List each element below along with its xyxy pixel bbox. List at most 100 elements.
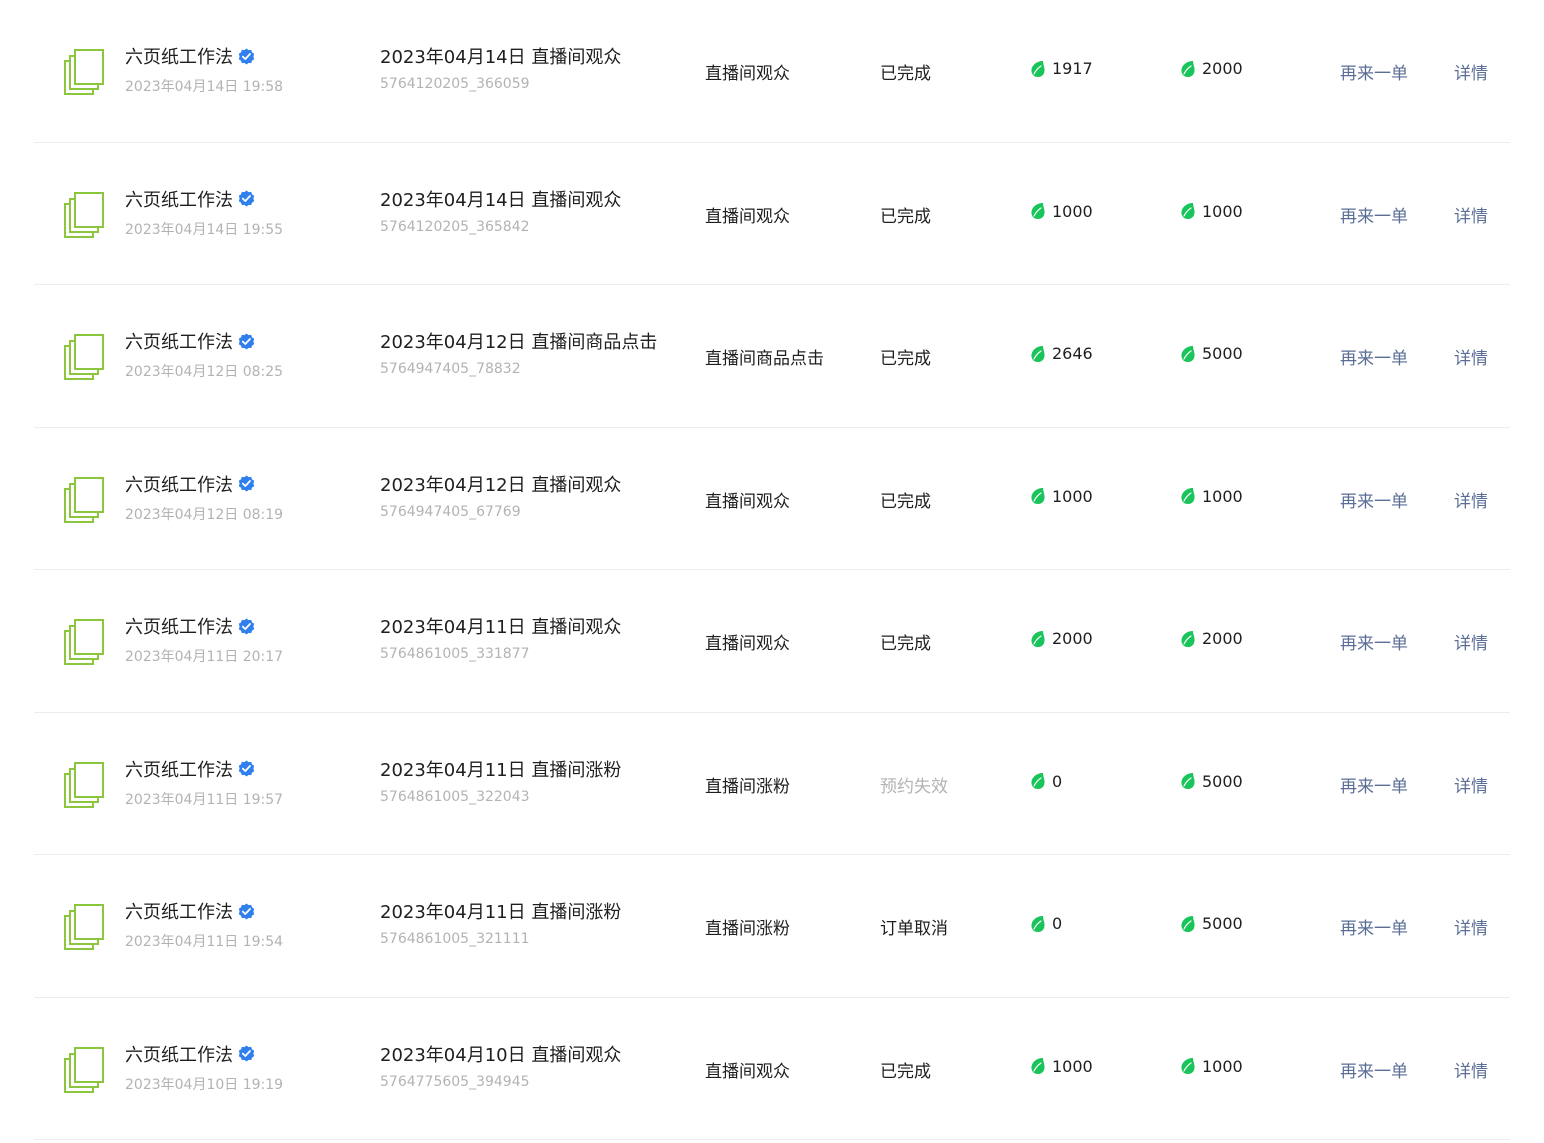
verified-badge-icon xyxy=(238,48,255,65)
account-name-wrap: 六页纸工作法 xyxy=(125,613,255,639)
order-status: 已完成 xyxy=(880,64,931,84)
total-quantity: 1000 xyxy=(1180,1057,1243,1076)
account-order-time: 2023年04月10日 19:19 xyxy=(125,1076,284,1093)
green-drop-icon xyxy=(1030,202,1046,220)
delivered-value: 2646 xyxy=(1052,344,1093,363)
verified-badge-icon xyxy=(238,333,255,350)
detail-link[interactable]: 详情 xyxy=(1454,1057,1488,1082)
stacked-pages-icon[interactable] xyxy=(64,618,106,666)
total-value: 5000 xyxy=(1202,344,1243,363)
order-status: 已完成 xyxy=(880,206,931,227)
stacked-pages-icon[interactable] xyxy=(64,191,106,239)
green-drop-icon xyxy=(1180,202,1196,220)
green-drop-icon xyxy=(1180,487,1196,505)
order-id: 5764120205_366059 xyxy=(380,76,530,92)
delivered-quantity: 2000 xyxy=(1030,629,1093,648)
order-title: 2023年04月14日 直播间观众 xyxy=(380,47,622,68)
stacked-pages-icon[interactable] xyxy=(64,761,106,809)
detail-link[interactable]: 详情 xyxy=(1454,202,1488,227)
account-name-wrap: 六页纸工作法 xyxy=(125,471,255,497)
order-id: 5764120205_365842 xyxy=(380,218,530,235)
reorder-link[interactable]: 再来一单 xyxy=(1340,202,1408,227)
stacked-pages-icon[interactable] xyxy=(64,333,106,381)
green-drop-icon xyxy=(1180,630,1196,648)
order-status: 已完成 xyxy=(880,634,931,654)
order-row: 六页纸工作法 2023年04月14日 19:58 2023年04月14日 直播间… xyxy=(34,0,1510,143)
green-drop-icon xyxy=(1180,345,1196,363)
account-order-time: 2023年04月14日 19:55 xyxy=(125,221,284,238)
delivered-quantity: 2646 xyxy=(1030,344,1093,363)
total-quantity: 2000 xyxy=(1180,629,1243,648)
green-drop-icon xyxy=(1030,345,1046,363)
service-type: 直播间商品点击 xyxy=(705,349,824,369)
total-value: 2000 xyxy=(1202,59,1243,78)
reorder-link[interactable]: 再来一单 xyxy=(1340,1057,1408,1082)
order-title: 2023年04月11日 直播间涨粉 xyxy=(380,902,622,923)
stacked-pages-icon[interactable] xyxy=(64,476,106,524)
order-id: 5764861005_322043 xyxy=(380,788,530,805)
order-row: 六页纸工作法 2023年04月10日 19:19 2023年04月10日 直播间… xyxy=(34,998,1510,1140)
order-title: 2023年04月12日 直播间观众 xyxy=(380,474,622,496)
account-name-wrap: 六页纸工作法 xyxy=(125,43,255,69)
delivered-value: 2000 xyxy=(1052,629,1093,648)
detail-link[interactable]: 详情 xyxy=(1454,487,1488,512)
service-type: 直播间观众 xyxy=(705,634,790,654)
detail-link[interactable]: 详情 xyxy=(1454,629,1488,654)
total-value: 2000 xyxy=(1202,629,1243,648)
reorder-link[interactable]: 再来一单 xyxy=(1340,629,1408,654)
total-value: 5000 xyxy=(1202,771,1243,791)
delivered-quantity: 0 xyxy=(1030,772,1062,791)
account-order-time: 2023年04月12日 08:19 xyxy=(125,506,284,523)
green-drop-icon xyxy=(1030,487,1046,505)
detail-link[interactable]: 详情 xyxy=(1454,344,1488,369)
delivered-quantity: 1000 xyxy=(1030,1057,1093,1076)
delivered-value: 0 xyxy=(1052,914,1063,933)
account-name: 六页纸工作法 xyxy=(125,1044,233,1066)
delivered-value: 0 xyxy=(1052,771,1063,791)
service-type: 直播间观众 xyxy=(705,491,790,512)
stacked-pages-icon[interactable] xyxy=(64,903,106,951)
stacked-pages-icon[interactable] xyxy=(64,48,106,96)
total-quantity: 5000 xyxy=(1180,772,1243,791)
total-quantity: 1000 xyxy=(1180,202,1243,221)
detail-link[interactable]: 详情 xyxy=(1454,772,1488,797)
account-name-wrap: 六页纸工作法 xyxy=(125,328,255,354)
total-value: 1000 xyxy=(1202,486,1243,506)
total-quantity: 2000 xyxy=(1180,59,1243,78)
reorder-link[interactable]: 再来一单 xyxy=(1340,487,1408,512)
green-drop-icon xyxy=(1180,772,1196,790)
account-name: 六页纸工作法 xyxy=(125,474,233,496)
delivered-value: 1000 xyxy=(1052,486,1093,506)
order-id: 5764775605_394945 xyxy=(380,1073,530,1090)
verified-badge-icon xyxy=(238,903,255,920)
detail-link[interactable]: 详情 xyxy=(1454,914,1488,939)
account-order-time: 2023年04月14日 19:58 xyxy=(125,79,284,95)
green-drop-icon xyxy=(1030,915,1046,933)
reorder-link[interactable]: 再来一单 xyxy=(1340,772,1408,797)
delivered-quantity: 1917 xyxy=(1030,59,1093,78)
verified-badge-icon xyxy=(238,760,255,777)
account-name-wrap: 六页纸工作法 xyxy=(125,898,255,924)
green-drop-icon xyxy=(1030,1057,1046,1075)
order-title: 2023年04月11日 直播间涨粉 xyxy=(380,759,622,781)
reorder-link[interactable]: 再来一单 xyxy=(1340,59,1408,84)
green-drop-icon xyxy=(1180,1057,1196,1075)
account-order-time: 2023年04月12日 08:25 xyxy=(125,364,284,380)
order-row: 六页纸工作法 2023年04月11日 19:57 2023年04月11日 直播间… xyxy=(34,713,1510,855)
order-row: 六页纸工作法 2023年04月11日 19:54 2023年04月11日 直播间… xyxy=(34,855,1510,998)
verified-badge-icon xyxy=(238,618,255,635)
delivered-value: 1000 xyxy=(1052,201,1093,221)
order-status: 已完成 xyxy=(880,491,931,512)
order-row: 六页纸工作法 2023年04月14日 19:55 2023年04月14日 直播间… xyxy=(34,143,1510,285)
total-quantity: 1000 xyxy=(1180,487,1243,506)
order-status: 订单取消 xyxy=(880,919,948,939)
reorder-link[interactable]: 再来一单 xyxy=(1340,914,1408,939)
account-order-time: 2023年04月11日 20:17 xyxy=(125,649,284,665)
reorder-link[interactable]: 再来一单 xyxy=(1340,344,1408,369)
stacked-pages-icon[interactable] xyxy=(64,1046,106,1094)
total-value: 5000 xyxy=(1202,914,1243,933)
account-name-wrap: 六页纸工作法 xyxy=(125,1041,255,1067)
delivered-value: 1917 xyxy=(1052,59,1093,78)
detail-link[interactable]: 详情 xyxy=(1454,59,1488,84)
order-title: 2023年04月12日 直播间商品点击 xyxy=(380,332,658,353)
